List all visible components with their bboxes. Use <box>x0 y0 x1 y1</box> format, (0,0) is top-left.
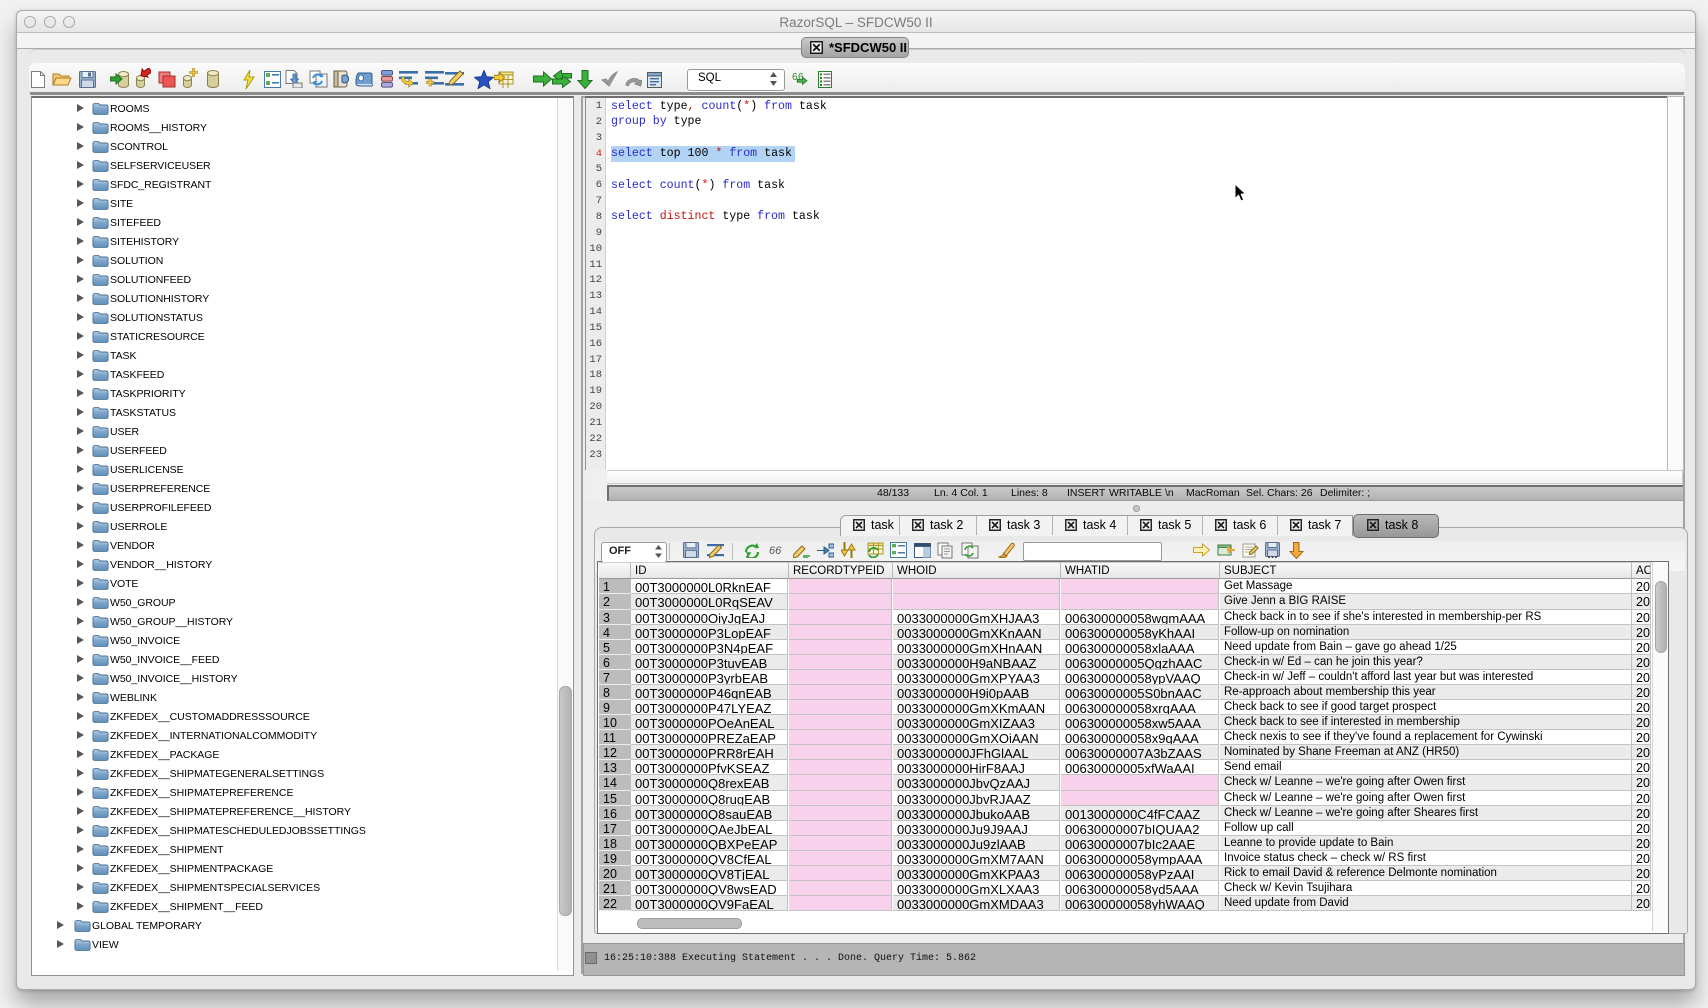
svg-text:66: 66 <box>769 545 782 555</box>
